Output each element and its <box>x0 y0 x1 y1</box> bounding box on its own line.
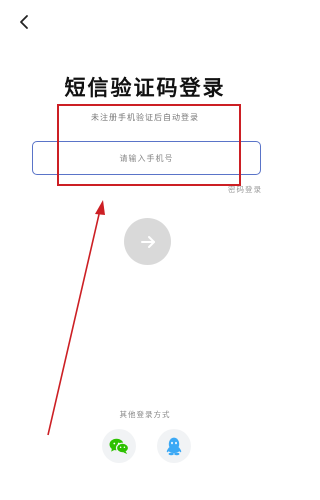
annotation-arrow-head <box>95 200 105 215</box>
submit-button[interactable] <box>124 218 171 265</box>
subtitle: 未注册手机验证后自动登录 <box>91 113 199 122</box>
qq-icon <box>166 437 182 456</box>
wechat-login-button[interactable] <box>102 429 136 463</box>
wechat-icon <box>109 438 130 454</box>
back-button[interactable] <box>14 10 34 34</box>
phone-field[interactable] <box>32 141 261 175</box>
qq-login-button[interactable] <box>157 429 191 463</box>
annotation-arrow-line <box>47 209 101 436</box>
other-login-methods-label: 其他登录方式 <box>119 410 171 419</box>
password-login-link[interactable]: 密码登录 <box>228 184 262 195</box>
chevron-left-icon <box>20 15 28 29</box>
arrow-right-icon <box>140 235 155 248</box>
phone-input[interactable] <box>33 142 260 174</box>
page-title: 短信验证码登录 <box>64 75 226 100</box>
